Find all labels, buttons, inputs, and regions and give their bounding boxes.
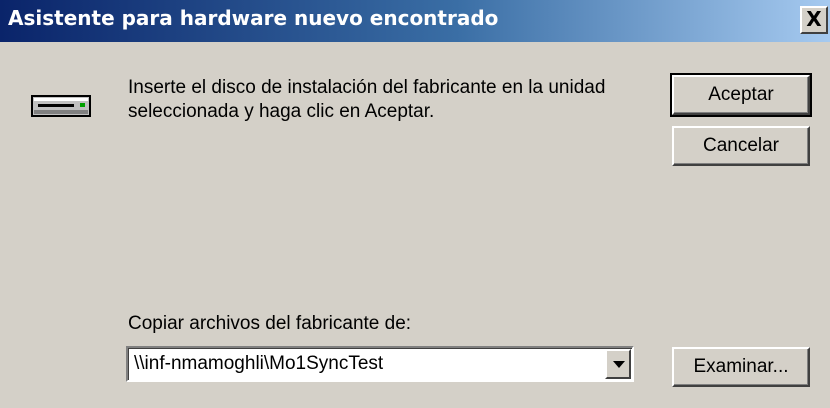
disk-drive-icon xyxy=(30,90,94,122)
close-button[interactable]: X xyxy=(800,6,828,34)
cancel-button[interactable]: Cancelar xyxy=(672,126,810,166)
browse-button[interactable]: Examinar... xyxy=(672,347,810,387)
hardware-wizard-dialog: Asistente para hardware nuevo encontrado… xyxy=(0,0,830,408)
copy-from-combobox[interactable]: \\inf-nmamoghli\Mo1SyncTest xyxy=(126,346,634,382)
copy-from-path[interactable]: \\inf-nmamoghli\Mo1SyncTest xyxy=(134,351,383,377)
chevron-down-icon[interactable] xyxy=(605,349,631,379)
ok-button[interactable]: Aceptar xyxy=(670,73,812,117)
title-bar[interactable]: Asistente para hardware nuevo encontrado… xyxy=(0,0,830,42)
instruction-text: Inserte el disco de instalación del fabr… xyxy=(128,77,606,122)
window-title: Asistente para hardware nuevo encontrado xyxy=(8,6,499,30)
copy-from-label: Copiar archivos del fabricante de: xyxy=(128,313,412,334)
